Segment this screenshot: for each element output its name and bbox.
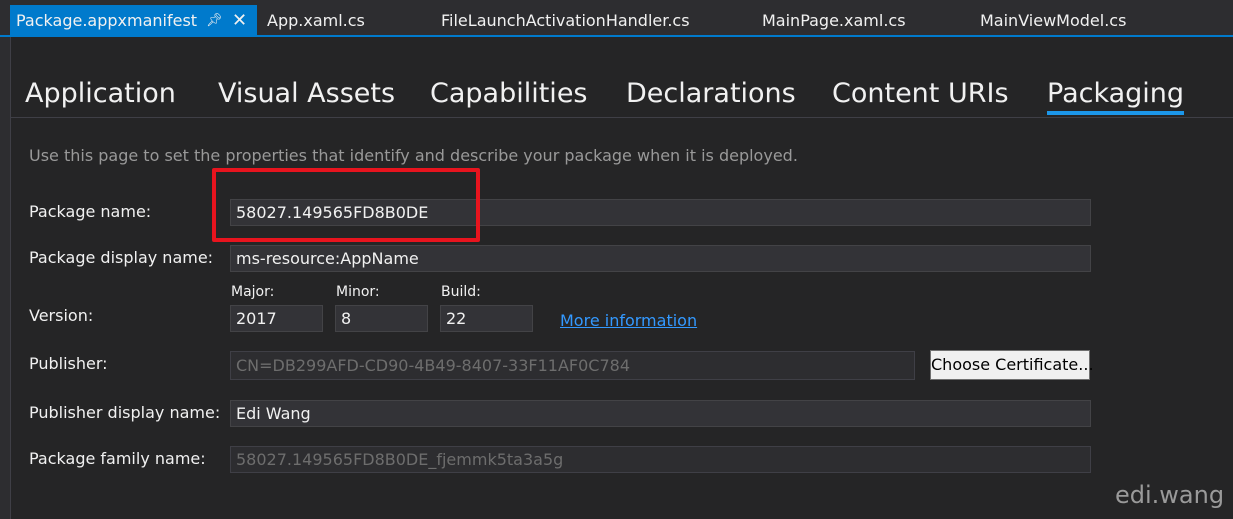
package-family-name-label: Package family name: (29, 449, 206, 468)
page-description: Use this page to set the properties that… (29, 146, 798, 165)
version-major-field[interactable]: 2017 (230, 305, 323, 332)
editor-left-border (10, 37, 11, 519)
doc-tab-label: Package.appxmanifest (16, 11, 198, 30)
doc-tab-label: MainPage.xaml.cs (762, 11, 906, 30)
publisher-field: CN=DB299AFD-CD90-4B49-8407-33F11AF0C784 (230, 351, 915, 380)
doc-tab-label: App.xaml.cs (267, 11, 365, 30)
doc-tab-mainviewmodel-cs[interactable]: MainViewModel.cs (980, 6, 1126, 35)
version-minor-field[interactable]: 8 (335, 305, 428, 332)
package-display-name-field[interactable]: ms-resource:AppName (230, 245, 1091, 272)
tab-content-uris[interactable]: Content URIs (832, 76, 1009, 112)
minor-label: Minor: (336, 284, 380, 300)
build-label: Build: (441, 284, 481, 300)
publisher-display-name-label: Publisher display name: (29, 403, 221, 422)
highlight-box (212, 168, 480, 242)
package-name-label: Package name: (29, 202, 152, 221)
version-label: Version: (29, 306, 94, 325)
document-tab-strip: Package.appxmanifest 📌︎ ✕ App.xaml.cs Fi… (0, 0, 1233, 37)
publisher-display-name-field[interactable]: Edi Wang (230, 400, 1091, 427)
doc-tab-mainpage-xaml-cs[interactable]: MainPage.xaml.cs (762, 6, 906, 35)
tab-capabilities[interactable]: Capabilities (430, 76, 588, 112)
major-label: Major: (231, 284, 275, 300)
doc-tab-package-appxmanifest[interactable]: Package.appxmanifest 📌︎ ✕ (10, 5, 257, 36)
package-family-name-field: 58027.149565FD8B0DE_fjemmk5ta3a5g (230, 446, 1091, 473)
tab-application[interactable]: Application (25, 76, 176, 112)
tab-declarations[interactable]: Declarations (626, 76, 796, 112)
publisher-label: Publisher: (29, 354, 108, 373)
watermark: edi.wang (1115, 481, 1225, 509)
choose-certificate-button[interactable]: Choose Certificate... (930, 350, 1094, 380)
more-information-link[interactable]: More information (560, 311, 697, 330)
version-build-field[interactable]: 22 (440, 305, 533, 332)
pin-icon[interactable]: 📌︎ (206, 5, 223, 36)
doc-tab-label: MainViewModel.cs (980, 11, 1127, 30)
tabs-divider (11, 117, 1233, 118)
package-display-name-label: Package display name: (29, 248, 214, 267)
doc-tab-app-xaml-cs[interactable]: App.xaml.cs (267, 6, 365, 35)
close-icon[interactable]: ✕ (232, 5, 247, 36)
doc-tab-filelaunchactivationhandler[interactable]: FileLaunchActivationHandler.cs (441, 6, 690, 35)
tab-packaging[interactable]: Packaging (1047, 76, 1185, 115)
tab-visual-assets[interactable]: Visual Assets (218, 76, 395, 112)
doc-tab-label: FileLaunchActivationHandler.cs (441, 11, 690, 30)
